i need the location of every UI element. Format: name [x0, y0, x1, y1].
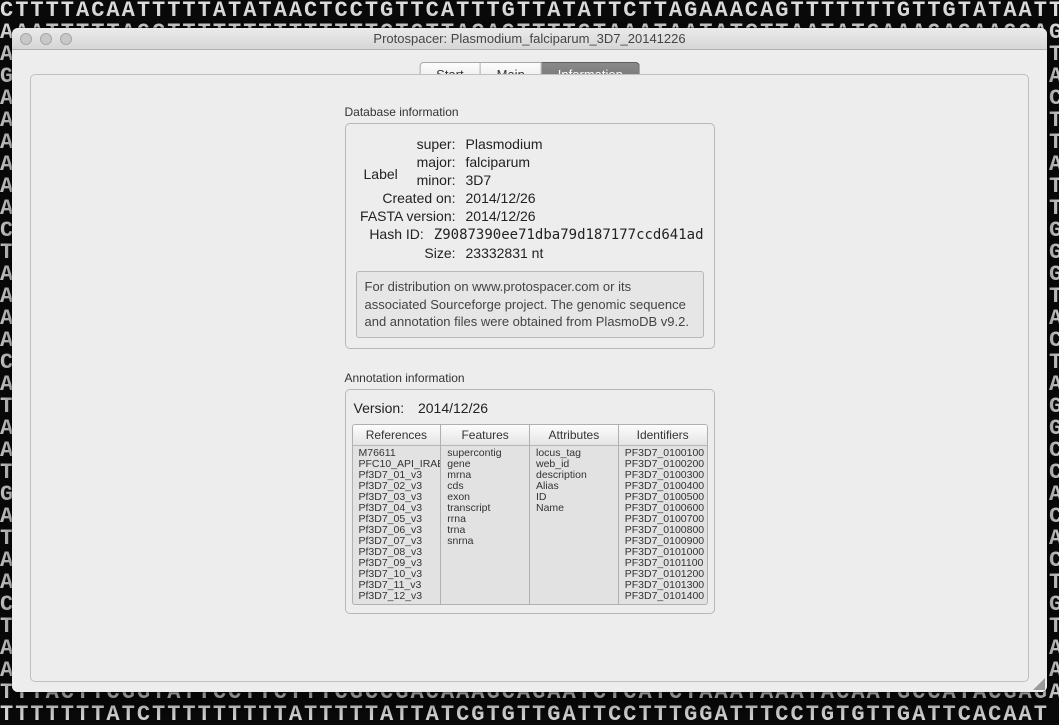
db-fasta-k: FASTA version: [356, 208, 456, 224]
list-item[interactable]: cds [447, 481, 523, 492]
ann-table: References M76611PFC10_API_IRABPf3D7_01_… [352, 424, 708, 605]
list-item[interactable]: Pf3D7_05_v3 [359, 514, 435, 525]
col-identifiers: Identifiers PF3D7_0100100PF3D7_0100200PF… [619, 425, 707, 604]
list-item[interactable]: Pf3D7_08_v3 [359, 547, 435, 558]
app-window: Protospacer: Plasmodium_falciparum_3D7_2… [12, 28, 1047, 692]
list-item[interactable]: Pf3D7_04_v3 [359, 503, 435, 514]
titlebar: Protospacer: Plasmodium_falciparum_3D7_2… [12, 28, 1047, 50]
content-area: Start Main Information Database informat… [12, 50, 1047, 692]
db-hash-k: Hash ID: [356, 226, 424, 242]
list-item[interactable]: PF3D7_0101400 [625, 591, 701, 602]
db-hash-v: Z9087390ee71dba79d187177ccd641ad [434, 227, 704, 243]
db-super-k: super: [356, 136, 456, 152]
list-item[interactable]: Pf3D7_06_v3 [359, 525, 435, 536]
list-item[interactable]: PF3D7_0100200 [625, 459, 701, 470]
resize-handle-icon[interactable] [1031, 676, 1045, 690]
db-description[interactable]: For distribution on www.protospacer.com … [356, 271, 704, 338]
db-group: Database information Label super: Plasmod… [345, 105, 715, 349]
col-references-head[interactable]: References [353, 425, 441, 446]
ann-box: Version: 2014/12/26 References M76611PFC… [345, 389, 715, 614]
list-item[interactable]: Pf3D7_02_v3 [359, 481, 435, 492]
list-item[interactable]: ID [536, 492, 612, 503]
list-item[interactable]: PF3D7_0101100 [625, 558, 701, 569]
list-item[interactable]: Pf3D7_03_v3 [359, 492, 435, 503]
db-super-v: Plasmodium [466, 136, 543, 152]
list-item[interactable]: Pf3D7_09_v3 [359, 558, 435, 569]
col-identifiers-body[interactable]: PF3D7_0100100PF3D7_0100200PF3D7_0100300P… [619, 446, 707, 604]
list-item[interactable]: Pf3D7_10_v3 [359, 569, 435, 580]
col-references: References M76611PFC10_API_IRABPf3D7_01_… [353, 425, 442, 604]
list-item[interactable]: web_id [536, 459, 612, 470]
list-item[interactable]: Pf3D7_11_v3 [359, 580, 435, 591]
db-created-k: Created on: [356, 190, 456, 206]
db-fasta-v: 2014/12/26 [466, 208, 536, 224]
col-references-body[interactable]: M76611PFC10_API_IRABPf3D7_01_v3Pf3D7_02_… [353, 446, 441, 604]
db-size-v: 23332831 nt [466, 245, 544, 261]
list-item[interactable]: Pf3D7_01_v3 [359, 470, 435, 481]
ann-version-v: 2014/12/26 [418, 400, 488, 416]
list-item[interactable]: PF3D7_0100900 [625, 536, 701, 547]
db-created-v: 2014/12/26 [466, 190, 536, 206]
list-item[interactable]: snrna [447, 536, 523, 547]
col-attributes: Attributes locus_tagweb_iddescriptionAli… [530, 425, 619, 604]
list-item[interactable]: Name [536, 503, 612, 514]
col-attributes-head[interactable]: Attributes [530, 425, 618, 446]
ann-group: Annotation information Version: 2014/12/… [345, 371, 715, 614]
ann-version-k: Version: [354, 400, 405, 416]
info-panel: Database information Label super: Plasmod… [30, 74, 1029, 682]
list-item[interactable]: gene [447, 459, 523, 470]
list-item[interactable]: PF3D7_0101000 [625, 547, 701, 558]
list-item[interactable]: M76611 [359, 448, 435, 459]
list-item[interactable]: PF3D7_0100800 [625, 525, 701, 536]
col-features-body[interactable]: supercontiggenemrnacdsexontranscriptrrna… [441, 446, 529, 604]
db-major-v: falciparum [466, 154, 531, 170]
list-item[interactable]: description [536, 470, 612, 481]
list-item[interactable]: transcript [447, 503, 523, 514]
db-size-k: Size: [356, 245, 456, 261]
list-item[interactable]: PF3D7_0101300 [625, 580, 701, 591]
col-features-head[interactable]: Features [441, 425, 529, 446]
col-features: Features supercontiggenemrnacdsexontrans… [441, 425, 530, 604]
db-minor-v: 3D7 [466, 172, 492, 188]
list-item[interactable]: exon [447, 492, 523, 503]
list-item[interactable]: locus_tag [536, 448, 612, 459]
list-item[interactable]: PF3D7_0100600 [625, 503, 701, 514]
list-item[interactable]: PF3D7_0100100 [625, 448, 701, 459]
list-item[interactable]: rrna [447, 514, 523, 525]
list-item[interactable]: Pf3D7_12_v3 [359, 591, 435, 602]
col-attributes-body[interactable]: locus_tagweb_iddescriptionAliasIDName [530, 446, 618, 604]
list-item[interactable]: PF3D7_0100700 [625, 514, 701, 525]
db-label-label: Label [364, 166, 398, 182]
col-identifiers-head[interactable]: Identifiers [619, 425, 707, 446]
list-item[interactable]: PFC10_API_IRAB [359, 459, 435, 470]
db-box: Label super:Plasmodium major:falciparum … [345, 123, 715, 349]
window-title: Protospacer: Plasmodium_falciparum_3D7_2… [12, 31, 1047, 46]
list-item[interactable]: trna [447, 525, 523, 536]
list-item[interactable]: PF3D7_0100400 [625, 481, 701, 492]
list-item[interactable]: PF3D7_0100300 [625, 470, 701, 481]
list-item[interactable]: Pf3D7_07_v3 [359, 536, 435, 547]
ann-group-title: Annotation information [345, 371, 715, 385]
ann-version: Version: 2014/12/26 [352, 394, 708, 424]
list-item[interactable]: mrna [447, 470, 523, 481]
list-item[interactable]: PF3D7_0100500 [625, 492, 701, 503]
list-item[interactable]: PF3D7_0101200 [625, 569, 701, 580]
db-group-title: Database information [345, 105, 715, 119]
list-item[interactable]: supercontig [447, 448, 523, 459]
list-item[interactable]: Alias [536, 481, 612, 492]
